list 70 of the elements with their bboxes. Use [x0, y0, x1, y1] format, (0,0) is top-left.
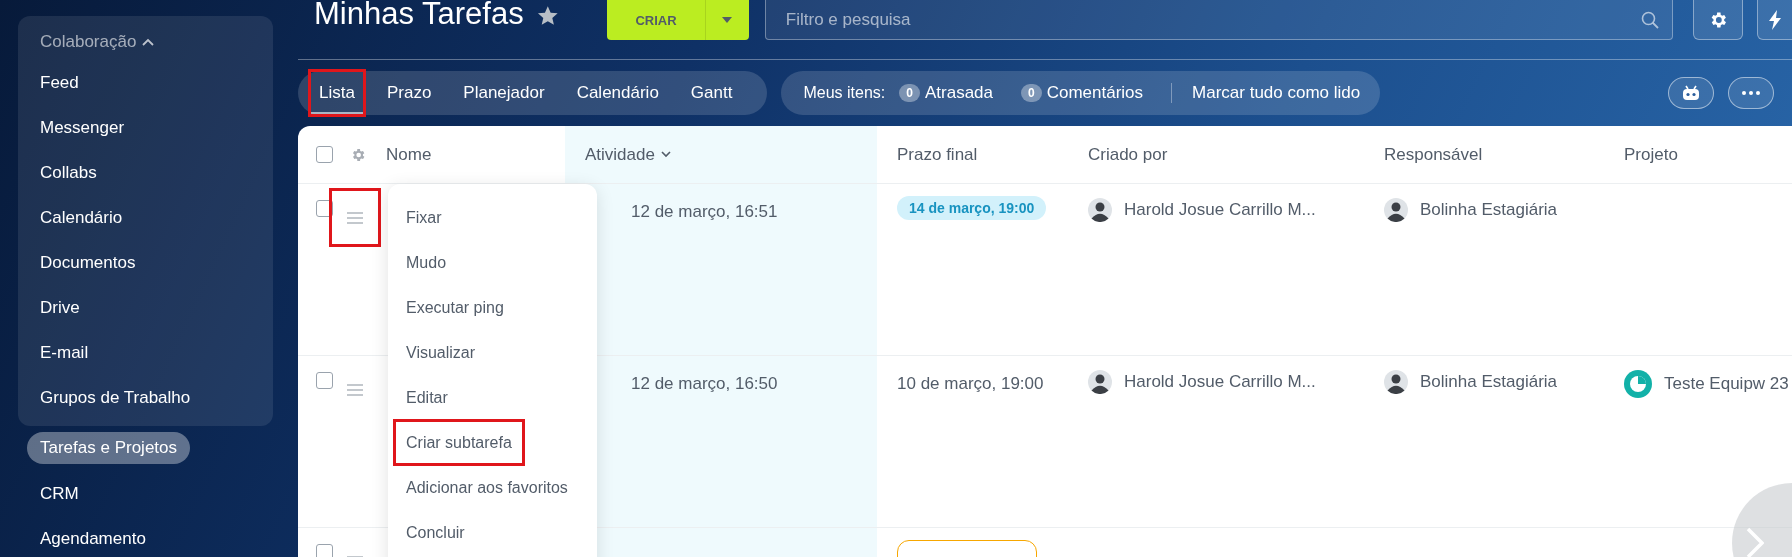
column-header[interactable]: Projeto [1604, 144, 1678, 165]
deadline-text: 10 de março, 19:00 [896, 374, 1044, 394]
view-tab[interactable]: Lista [310, 71, 364, 115]
counter-label[interactable]: Comentários [1046, 83, 1144, 103]
sidebar-item[interactable]: Agendamento [40, 516, 146, 557]
view-tab[interactable]: Gantt [681, 71, 742, 115]
column-header[interactable]: Atividade [565, 144, 671, 165]
menu-item[interactable]: Editar [388, 375, 460, 420]
search-icon [1641, 11, 1660, 29]
chevron-up-icon[interactable] [142, 38, 155, 46]
menu-item[interactable]: Concluir [388, 510, 477, 555]
robot-icon [1681, 85, 1702, 101]
avatar [1088, 198, 1112, 222]
creator-name: Harold Josue Carrillo M... [1124, 200, 1316, 220]
column-header[interactable]: Nome [386, 144, 432, 165]
view-tab[interactable]: Calendário [567, 71, 668, 115]
assignee-name: Bolinha Estagiária [1420, 372, 1558, 392]
create-button[interactable]: CRIAR [607, 0, 749, 40]
avatar [1384, 198, 1408, 222]
lightning-icon [1767, 9, 1782, 30]
sidebar-item[interactable]: Documentos [40, 240, 136, 285]
deadline-badge: 14 de março, 19:00 [897, 196, 1047, 220]
counter-badge: 0 [899, 84, 920, 102]
pie-chart-icon [1624, 370, 1652, 398]
sidebar-item[interactable]: Collabs [40, 150, 97, 195]
sidebar-item[interactable]: Tarefas e Projetos [27, 432, 190, 464]
avatar [1088, 370, 1112, 394]
activity-text: 12 de março, 16:51 [630, 202, 778, 222]
caret-icon [722, 17, 733, 23]
my-items-label: Meus itens: [803, 84, 886, 102]
column-header[interactable]: Criado por [1068, 144, 1168, 165]
view-tab[interactable]: Prazo [377, 71, 441, 115]
sidebar-item[interactable]: E-mail [40, 330, 89, 375]
activity-text: 12 de março, 16:50 [630, 374, 778, 394]
select-all-checkbox[interactable] [316, 146, 333, 163]
menu-item[interactable]: Mudo [388, 240, 459, 285]
menu-icon [347, 383, 363, 396]
column-header[interactable]: Prazo final [877, 144, 978, 165]
view-tab[interactable]: Planejador [454, 71, 554, 115]
mark-all-read-link[interactable]: Marcar tudo como lido [1192, 83, 1361, 103]
more-button[interactable] [1728, 77, 1775, 109]
creator-name: Harold Josue Carrillo M... [1124, 372, 1316, 392]
sidebar-item[interactable]: Calendário [40, 195, 123, 240]
sidebar-item[interactable]: Messenger [40, 105, 125, 150]
menu-item[interactable]: Criar subtarefa [394, 420, 524, 465]
sidebar-item[interactable]: Feed [40, 60, 79, 105]
assignee-name: Bolinha Estagiária [1420, 200, 1558, 220]
row-menu-button[interactable] [330, 189, 380, 246]
project-name[interactable]: Teste Equipw 23 [1664, 374, 1789, 394]
counter-label[interactable]: Atrasada [924, 83, 993, 103]
group-title[interactable]: Colaboração [40, 32, 137, 52]
menu-item[interactable]: Fixar [388, 195, 454, 240]
lightning-button[interactable] [1756, 0, 1792, 40]
avatar [1384, 370, 1408, 394]
menu-item[interactable]: Executar ping [388, 285, 516, 330]
counter-badge: 0 [1021, 84, 1042, 102]
column-header[interactable]: Responsável [1364, 144, 1483, 165]
settings-button[interactable] [1693, 0, 1743, 40]
menu-icon [347, 211, 363, 224]
page-title: Minhas Tarefas [314, 0, 524, 32]
more-icon [1742, 91, 1761, 95]
sidebar-item[interactable]: Drive [40, 285, 80, 330]
menu-item[interactable]: Visualizar [388, 330, 488, 375]
row-checkbox[interactable] [316, 544, 333, 557]
star-icon[interactable] [535, 4, 560, 28]
robot-button[interactable] [1668, 77, 1715, 109]
row-checkbox[interactable] [316, 372, 333, 389]
sidebar-item[interactable]: CRM [40, 471, 79, 516]
menu-item[interactable]: Adicionar aos favoritos [388, 465, 580, 510]
sidebar-item[interactable]: Grupos de Trabalho [40, 375, 191, 420]
